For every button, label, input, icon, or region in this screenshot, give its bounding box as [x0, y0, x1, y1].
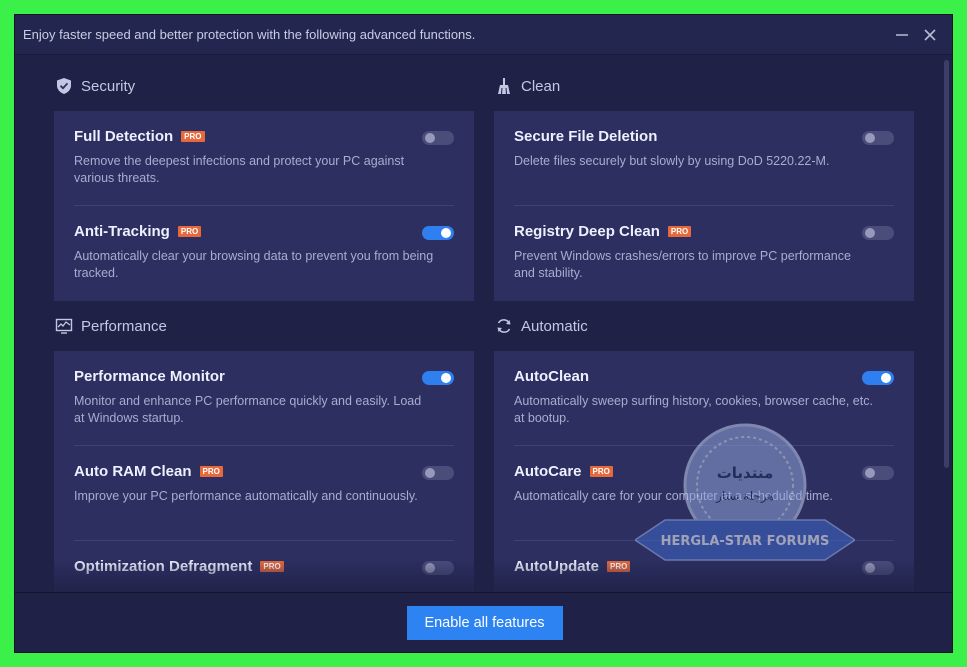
pro-badge: PRO [607, 561, 631, 572]
feature-registry-deep-clean: Registry Deep Clean PRO Prevent Windows c… [514, 206, 894, 301]
feature-title: AutoClean [514, 368, 589, 385]
section-title-security: Security [81, 77, 136, 95]
performance-card: Performance Monitor Monitor and enhance … [54, 351, 474, 595]
feature-title: Full Detection [74, 128, 174, 145]
secure-file-deletion-toggle[interactable] [862, 131, 894, 145]
pro-badge: PRO [667, 226, 692, 237]
performance-monitor-toggle[interactable] [422, 371, 454, 385]
feature-title: Auto RAM Clean [74, 463, 192, 480]
feature-description: Prevent Windows crashes/errors to improv… [514, 249, 851, 280]
security-card: Full Detection PRO Remove the deepest inf… [54, 111, 474, 301]
monitor-chart-icon [54, 316, 74, 336]
anti-tracking-toggle[interactable] [422, 226, 454, 240]
feature-full-detection: Full Detection PRO Remove the deepest inf… [74, 111, 454, 206]
feature-anti-tracking: Anti-Tracking PRO Automatically clear you… [74, 206, 454, 301]
minimize-button[interactable] [888, 21, 916, 49]
feature-title: AutoCare [514, 463, 582, 480]
feature-title: Optimization Defragment [74, 558, 253, 575]
clean-card: Secure File Deletion Delete files secure… [494, 111, 914, 301]
feature-description: Improve your PC performance automaticall… [74, 489, 418, 503]
feature-description: Automatically care for your computer at … [514, 489, 833, 503]
full-detection-toggle[interactable] [422, 131, 454, 145]
section-title-clean: Clean [521, 77, 561, 95]
performance-section: Performance Performance Monitor Monitor … [54, 301, 474, 595]
auto-ram-clean-toggle[interactable] [422, 466, 454, 480]
close-icon [924, 28, 936, 41]
features-scroll-area[interactable]: Security Full Detection PRO Remove the de… [15, 55, 939, 595]
feature-title: Registry Deep Clean [514, 223, 660, 240]
refresh-icon [494, 316, 514, 336]
feature-secure-file-deletion: Secure File Deletion Delete files secure… [514, 111, 894, 206]
advanced-functions-window: Enjoy faster speed and better protection… [14, 14, 953, 653]
feature-autoupdate: AutoUpdate PRO [514, 541, 894, 595]
feature-description: Delete files securely but slowly by usin… [514, 154, 830, 168]
feature-autoclean: AutoClean Automatically sweep surfing hi… [514, 351, 894, 446]
footer-bar: Enable all features [15, 592, 952, 652]
section-title-performance: Performance [81, 317, 167, 335]
security-section: Security Full Detection PRO Remove the de… [54, 61, 474, 301]
automatic-card: AutoClean Automatically sweep surfing hi… [494, 351, 914, 595]
enable-all-features-button[interactable]: Enable all features [406, 605, 563, 640]
feature-title: Secure File Deletion [514, 128, 658, 145]
autoclean-toggle[interactable] [862, 371, 894, 385]
clean-section: Clean Secure File Deletion Delete files … [494, 61, 914, 301]
feature-description: Remove the deepest infections and protec… [74, 154, 405, 185]
feature-performance-monitor: Performance Monitor Monitor and enhance … [74, 351, 454, 446]
optimization-defragment-toggle[interactable] [422, 561, 454, 575]
close-button[interactable] [916, 21, 944, 49]
feature-optimization-defragment: Optimization Defragment PRO [74, 541, 454, 595]
pro-badge: PRO [260, 561, 284, 572]
minimize-icon [896, 33, 908, 36]
broom-icon [494, 76, 514, 96]
feature-description: Monitor and enhance PC performance quick… [74, 394, 422, 425]
title-bar: Enjoy faster speed and better protection… [15, 15, 952, 55]
feature-title: AutoUpdate [514, 558, 599, 575]
autocare-toggle[interactable] [862, 466, 894, 480]
section-title-automatic: Automatic [521, 317, 588, 335]
feature-title: Performance Monitor [74, 368, 225, 385]
feature-title: Anti-Tracking [74, 223, 170, 240]
pro-badge: PRO [589, 466, 613, 477]
window-title: Enjoy faster speed and better protection… [23, 27, 476, 42]
feature-description: Automatically clear your browsing data t… [74, 249, 434, 280]
automatic-section: Automatic AutoClean Automatically sweep … [494, 301, 914, 595]
pro-badge: PRO [181, 131, 205, 142]
shield-icon [54, 76, 74, 96]
pro-badge: PRO [199, 466, 223, 477]
feature-autocare: AutoCare PRO Automatically care for your … [514, 446, 894, 541]
scrollbar-thumb[interactable] [944, 60, 949, 468]
feature-auto-ram-clean: Auto RAM Clean PRO Improve your PC perfor… [74, 446, 454, 541]
feature-description: Automatically sweep surfing history, coo… [514, 394, 873, 425]
pro-badge: PRO [177, 226, 202, 237]
registry-deep-clean-toggle[interactable] [862, 226, 894, 240]
autoupdate-toggle[interactable] [862, 561, 894, 575]
